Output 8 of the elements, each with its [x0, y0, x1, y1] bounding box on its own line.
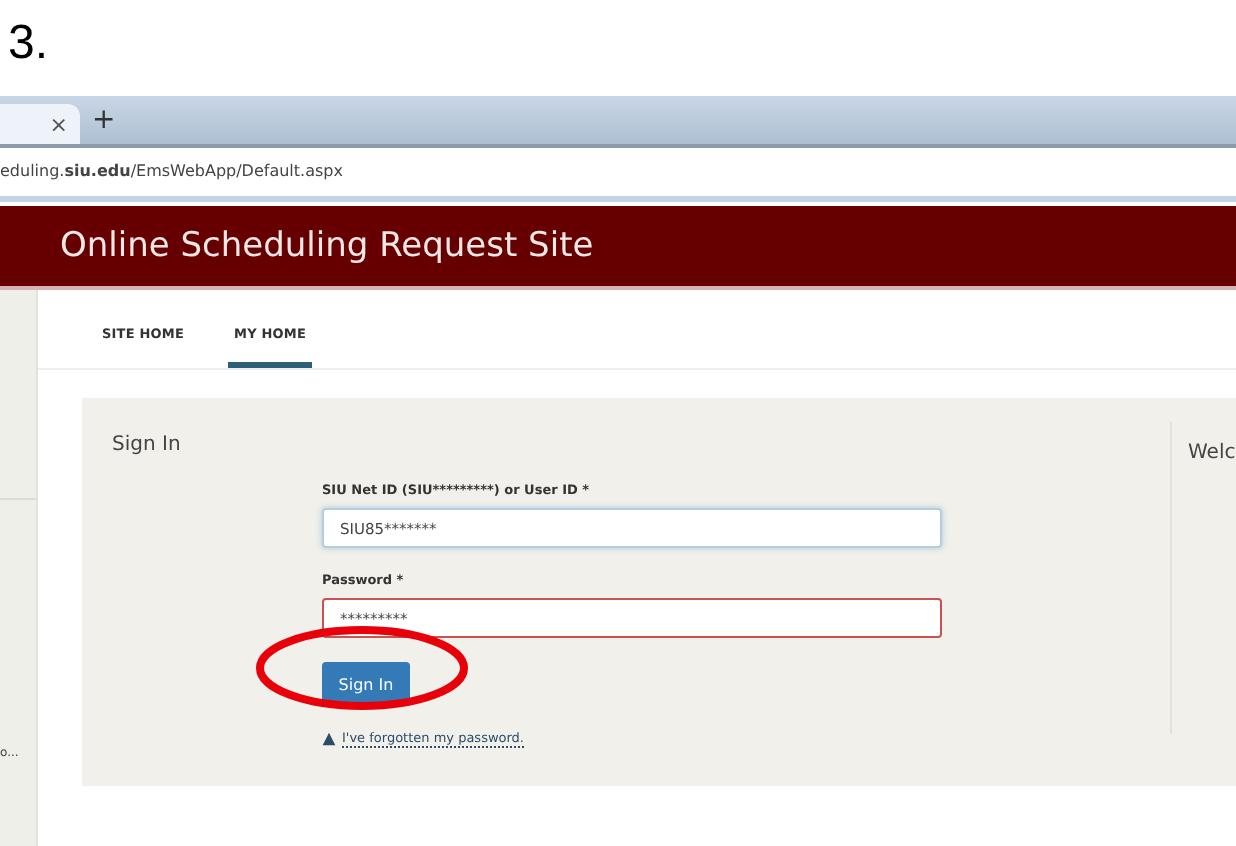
step-number: 3. — [6, 14, 51, 74]
browser-tab[interactable]: × — [0, 104, 80, 144]
close-icon[interactable]: × — [49, 111, 68, 137]
new-tab-button[interactable]: + — [92, 104, 116, 136]
site-title: Online Scheduling Request Site — [60, 226, 594, 266]
welcome-heading: Welc — [1170, 422, 1236, 734]
sign-in-heading: Sign In — [110, 432, 183, 456]
warning-icon — [322, 732, 336, 746]
